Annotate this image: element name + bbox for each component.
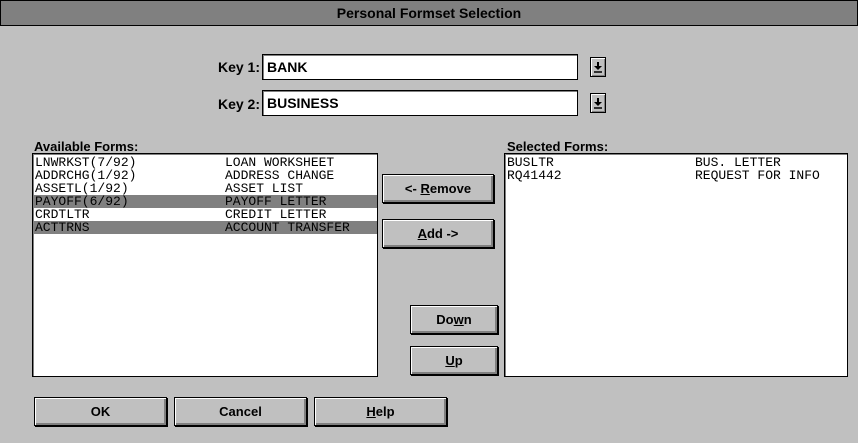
arrow-down-icon xyxy=(594,62,602,73)
title-bar[interactable]: Personal Formset Selection xyxy=(0,0,858,26)
ok-button[interactable]: OK xyxy=(34,397,167,426)
remove-button-label-post: emove xyxy=(429,181,472,196)
key2-dropdown-button[interactable] xyxy=(590,93,606,113)
key1-label: Key 1: xyxy=(217,59,260,75)
arrow-down-icon xyxy=(594,98,602,109)
up-button-accel: U xyxy=(445,353,455,368)
up-button[interactable]: Up xyxy=(410,346,498,375)
available-forms-list[interactable]: LNWRKST(7/92) LOAN WORKSHEET ADDRCHG(1/92… xyxy=(32,153,378,377)
down-button-label-post: n xyxy=(463,312,472,327)
form-description: ACCOUNT TRANSFER xyxy=(225,220,350,235)
help-button[interactable]: Help xyxy=(314,397,447,426)
up-button-label-post: p xyxy=(454,353,463,368)
ok-button-label: OK xyxy=(90,404,111,419)
add-button[interactable]: Add -> xyxy=(382,219,494,248)
remove-button[interactable]: <- Remove xyxy=(382,174,494,203)
key2-field[interactable]: BUSINESS xyxy=(262,90,578,116)
down-button[interactable]: Do w n xyxy=(410,305,498,334)
key2-label: Key 2: xyxy=(217,96,260,112)
remove-button-accel: R xyxy=(420,181,430,196)
available-forms-label: Available Forms: xyxy=(34,139,139,154)
selected-forms-label: Selected Forms: xyxy=(507,139,609,154)
add-button-accel: A xyxy=(417,226,427,241)
form-description: REQUEST FOR INFO xyxy=(695,168,820,183)
down-button-accel: w xyxy=(453,312,464,327)
cancel-button[interactable]: Cancel xyxy=(174,397,307,426)
cancel-button-label: Cancel xyxy=(219,404,262,419)
list-item[interactable]: RQ41442 REQUEST FOR INFO xyxy=(505,169,847,182)
help-button-accel: H xyxy=(366,404,376,419)
selected-forms-list[interactable]: BUSLTR BUS. LETTER RQ41442 REQUEST FOR INF… xyxy=(504,153,848,377)
form-code: ACTTRNS xyxy=(35,220,90,235)
dialog-title: Personal Formset Selection xyxy=(336,5,522,21)
help-button-label-post: elp xyxy=(375,404,395,419)
add-button-label-post: dd -> xyxy=(426,226,459,241)
down-button-label-pre: Do xyxy=(436,312,454,327)
remove-button-label-pre: <- xyxy=(404,181,421,196)
form-code: RQ41442 xyxy=(507,168,562,183)
list-item[interactable]: ACTTRNS ACCOUNT TRANSFER xyxy=(33,221,377,234)
formset-dialog: Personal Formset Selection Key 1: BANK K… xyxy=(0,0,858,443)
key1-field[interactable]: BANK xyxy=(262,54,578,80)
key1-dropdown-button[interactable] xyxy=(590,57,606,77)
